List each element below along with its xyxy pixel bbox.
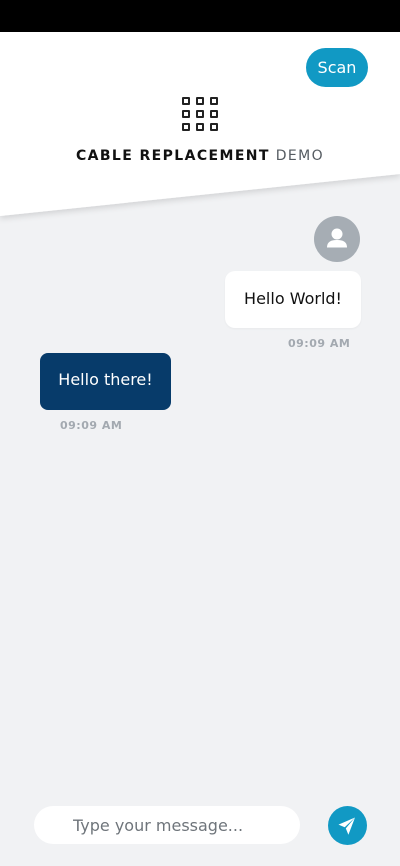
message-bubble-received: Hello there! (40, 353, 171, 410)
user-avatar (314, 216, 360, 262)
message-bubble-sent: Hello World! (225, 271, 361, 328)
grid-icon-cell (210, 97, 218, 105)
app-title: CABLE REPLACEMENT DEMO (0, 147, 400, 165)
send-button[interactable] (328, 806, 367, 845)
grid-icon-cell (182, 110, 190, 118)
grid-icon-cell (196, 97, 204, 105)
grid-icon-cell (196, 110, 204, 118)
status-bar (0, 0, 400, 32)
grid-icon-cell (196, 123, 204, 131)
send-icon (338, 817, 355, 835)
app-title-secondary: DEMO (275, 148, 325, 164)
message-input[interactable] (34, 806, 300, 844)
grid-icon (182, 97, 218, 131)
message-timestamp: 09:09 AM (60, 419, 123, 432)
grid-icon-cell (210, 123, 218, 131)
message-timestamp: 09:09 AM (288, 337, 351, 350)
scan-button[interactable]: Scan (306, 48, 368, 87)
grid-icon-cell (210, 110, 218, 118)
user-icon (327, 228, 347, 248)
grid-icon-cell (182, 123, 190, 131)
grid-icon-cell (182, 97, 190, 105)
app-title-primary: CABLE REPLACEMENT (75, 148, 270, 164)
